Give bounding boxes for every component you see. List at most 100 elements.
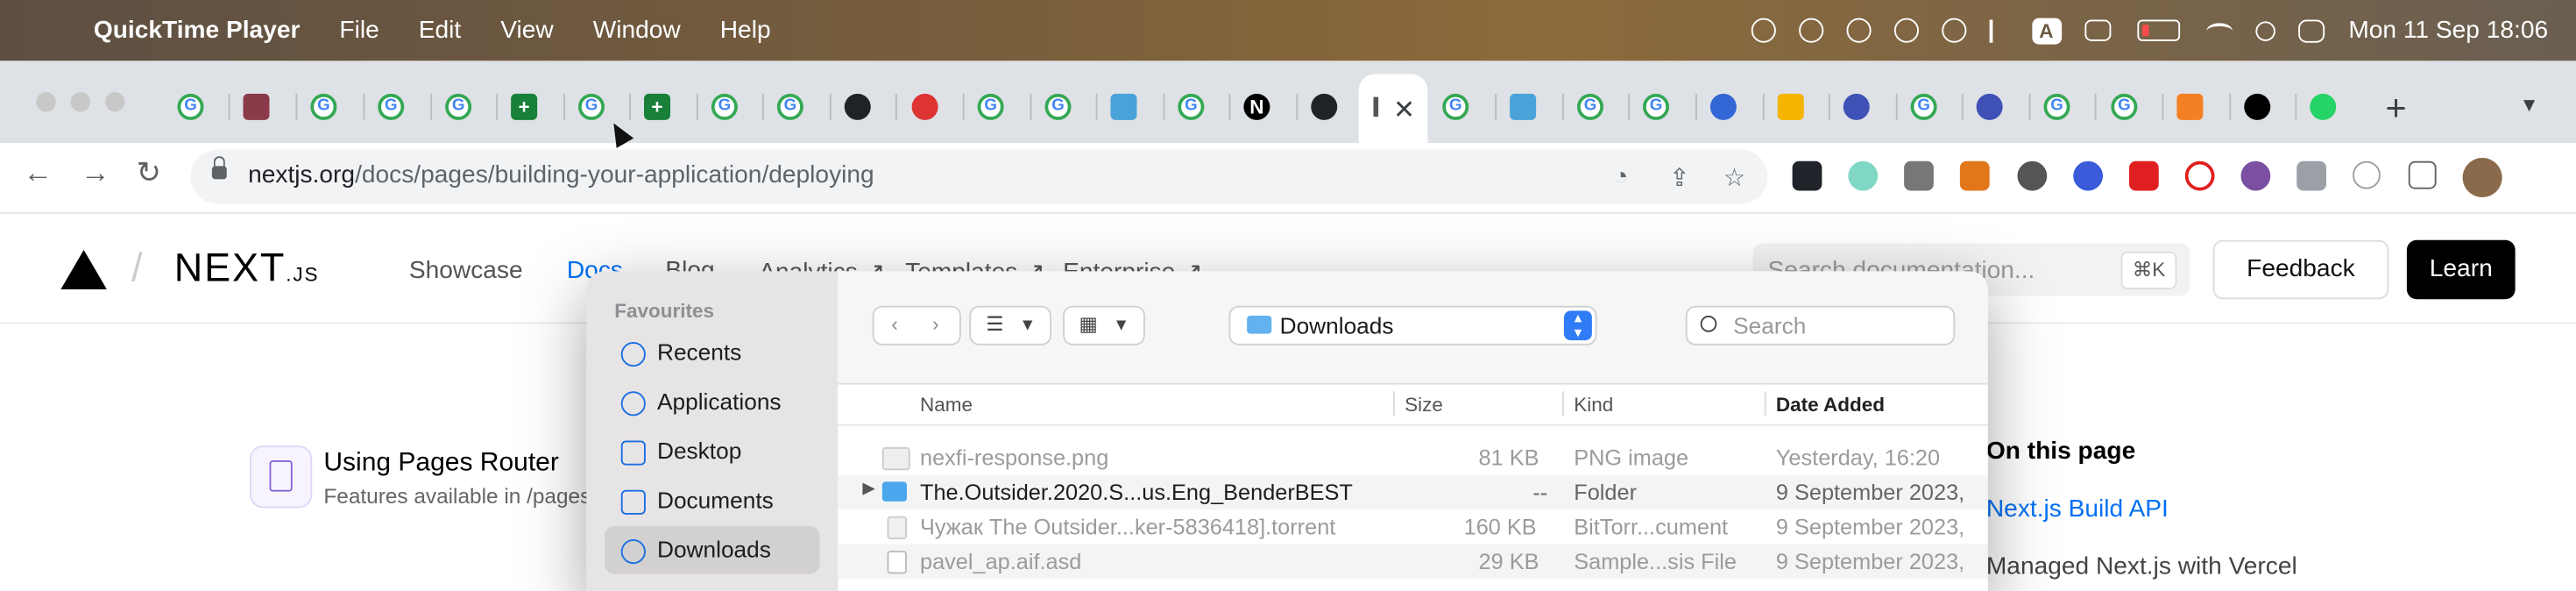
grid-view-button[interactable]: ▦ ▾ [1063, 305, 1145, 345]
coffee-icon[interactable] [1845, 18, 1871, 43]
tab-google-icon[interactable]: G [977, 93, 1004, 120]
nextjs-logo[interactable]: NEXT.JS [174, 246, 320, 293]
camera-icon[interactable] [1904, 160, 1934, 191]
gamepad-icon[interactable] [1798, 18, 1823, 43]
menu-view[interactable]: View [500, 17, 553, 45]
side-panel-icon[interactable] [2408, 160, 2437, 189]
list-view-button[interactable]: ☰ ▾ [969, 305, 1051, 345]
column-name[interactable]: Name [920, 393, 973, 416]
extension-icon[interactable] [2073, 160, 2103, 191]
tab-google-icon[interactable]: G [445, 93, 472, 120]
tab-google-icon[interactable]: G [1643, 93, 1669, 120]
input-source-icon[interactable]: A [2031, 17, 2062, 44]
tab-sheets-icon[interactable]: + [644, 93, 670, 120]
feedback-button[interactable]: Feedback [2212, 239, 2389, 300]
back-chevron-icon[interactable]: ‹ [884, 312, 905, 335]
menu-window[interactable]: Window [593, 17, 681, 45]
tab-app-icon[interactable] [1510, 93, 1537, 120]
file-row[interactable]: nexfi-response.png 81 KB PNG image Yeste… [838, 441, 1988, 475]
address-bar[interactable]: nextjs.org/docs/pages/building-your-appl… [190, 149, 1768, 204]
tab-google-icon[interactable]: G [310, 93, 337, 120]
tab-google-icon[interactable]: G [776, 93, 803, 120]
spotlight-search-icon[interactable] [2254, 20, 2275, 40]
share-icon[interactable]: ⇪ [1669, 163, 1690, 193]
battery-icon[interactable] [2136, 19, 2180, 41]
tab-app-icon[interactable] [911, 93, 938, 120]
toc-link-build-api[interactable]: Next.js Build API [1986, 495, 2169, 523]
close-window-button[interactable] [36, 92, 56, 112]
tab-app-icon[interactable] [1843, 93, 1870, 120]
column-kind[interactable]: Kind [1574, 393, 1613, 416]
minimize-window-button[interactable] [70, 92, 91, 112]
tab-app-icon[interactable] [2244, 93, 2271, 120]
file-row[interactable]: Чужак The Outsider...ker-5836418].torren… [838, 509, 1988, 544]
password-manager-icon[interactable] [1893, 18, 1919, 43]
control-center-icon[interactable] [2297, 18, 2325, 42]
extension-icon[interactable] [2184, 160, 2215, 191]
column-size[interactable]: Size [1405, 393, 1443, 416]
vercel-logo-icon[interactable] [60, 250, 107, 289]
tab-google-icon[interactable]: G [711, 93, 738, 120]
sidebar-item-recents[interactable]: Recents [605, 329, 820, 376]
address-url[interactable]: nextjs.org/docs/pages/building-your-appl… [248, 161, 874, 189]
reload-icon[interactable]: ↻ [137, 156, 161, 190]
tab-app-icon[interactable] [1976, 93, 2003, 120]
tab-mail-icon[interactable] [1777, 93, 1804, 120]
tab-app-icon[interactable] [1110, 93, 1137, 120]
zoom-window-button[interactable] [105, 92, 125, 112]
dialog-search-input[interactable]: Search [1685, 305, 1956, 345]
wifi-icon[interactable] [2205, 22, 2233, 39]
sidebar-item-applications[interactable]: Applications [605, 378, 820, 425]
file-row[interactable]: ▶ The.Outsider.2020.S...us.Eng_BenderBES… [838, 474, 1988, 510]
file-row[interactable]: pavel_ap.aif.asd 29 KB Sample...sis File… [838, 544, 1988, 579]
metamask-icon[interactable] [1959, 160, 1990, 191]
tab-google-icon[interactable]: G [378, 93, 405, 120]
stop-recording-icon[interactable] [1750, 18, 1775, 43]
tab-app-icon[interactable] [1709, 93, 1737, 120]
tab-google-icon[interactable]: G [1178, 93, 1205, 120]
react-devtools-icon[interactable] [1792, 160, 1822, 191]
tab-github-icon[interactable] [1311, 93, 1338, 120]
tab-google-icon[interactable]: G [1910, 93, 1937, 120]
menu-edit[interactable]: Edit [419, 17, 461, 45]
tab-sheets-icon[interactable]: + [511, 93, 538, 120]
sidebar-item-desktop[interactable]: Desktop [605, 428, 820, 475]
extension-icon[interactable] [2240, 160, 2271, 191]
headphones-icon[interactable] [1941, 18, 1966, 43]
tab-nextjs-icon[interactable]: N [1243, 93, 1270, 120]
sidebar-item-documents[interactable]: Documents [605, 477, 820, 524]
lock-icon[interactable] [211, 156, 227, 180]
active-tab[interactable]: ✕ [1358, 74, 1428, 144]
menu-help[interactable]: Help [720, 17, 771, 45]
tab-github-icon[interactable] [844, 93, 871, 120]
tab-google-icon[interactable]: G [1577, 93, 1603, 120]
tab-search-chevron-icon[interactable]: ▾ [2523, 90, 2535, 118]
display-icon[interactable] [2084, 19, 2111, 41]
tab-google-icon[interactable]: G [1044, 93, 1072, 120]
nav-showcase[interactable]: Showcase [409, 257, 523, 285]
tab-google-icon[interactable]: G [2043, 93, 2070, 120]
puzzle-extensions-icon[interactable] [2296, 160, 2326, 191]
learn-button[interactable]: Learn [2406, 239, 2516, 300]
tab-google-icon[interactable]: G [1442, 93, 1469, 120]
tab-app-icon[interactable] [243, 93, 270, 120]
disclosure-triangle-icon[interactable]: ▶ [862, 481, 874, 499]
tab-google-icon[interactable]: G [578, 93, 605, 120]
menu-clock[interactable]: Mon 11 Sep 18:06 [2348, 17, 2548, 45]
column-date-added[interactable]: Date Added [1776, 393, 1885, 416]
forward-chevron-icon[interactable]: › [925, 312, 946, 335]
extension-icon[interactable] [1848, 160, 1879, 191]
extension-icon[interactable] [2017, 160, 2048, 191]
menu-file[interactable]: File [339, 17, 379, 45]
performance-icon[interactable]: ◔ [1613, 163, 1628, 191]
new-tab-button[interactable]: + [2386, 87, 2407, 130]
profile-avatar[interactable] [2462, 158, 2502, 197]
tab-stackoverflow-icon[interactable] [2176, 93, 2204, 120]
extension-icon[interactable] [2129, 160, 2159, 191]
tab-google-icon[interactable]: G [177, 93, 204, 120]
extension-icon[interactable] [2353, 160, 2381, 189]
back-arrow-icon[interactable]: ← [23, 156, 53, 190]
menu-app-name[interactable]: QuickTime Player [94, 17, 301, 45]
router-card-title[interactable]: Using Pages Router [323, 449, 558, 479]
tab-close-icon[interactable]: ✕ [1393, 94, 1415, 127]
